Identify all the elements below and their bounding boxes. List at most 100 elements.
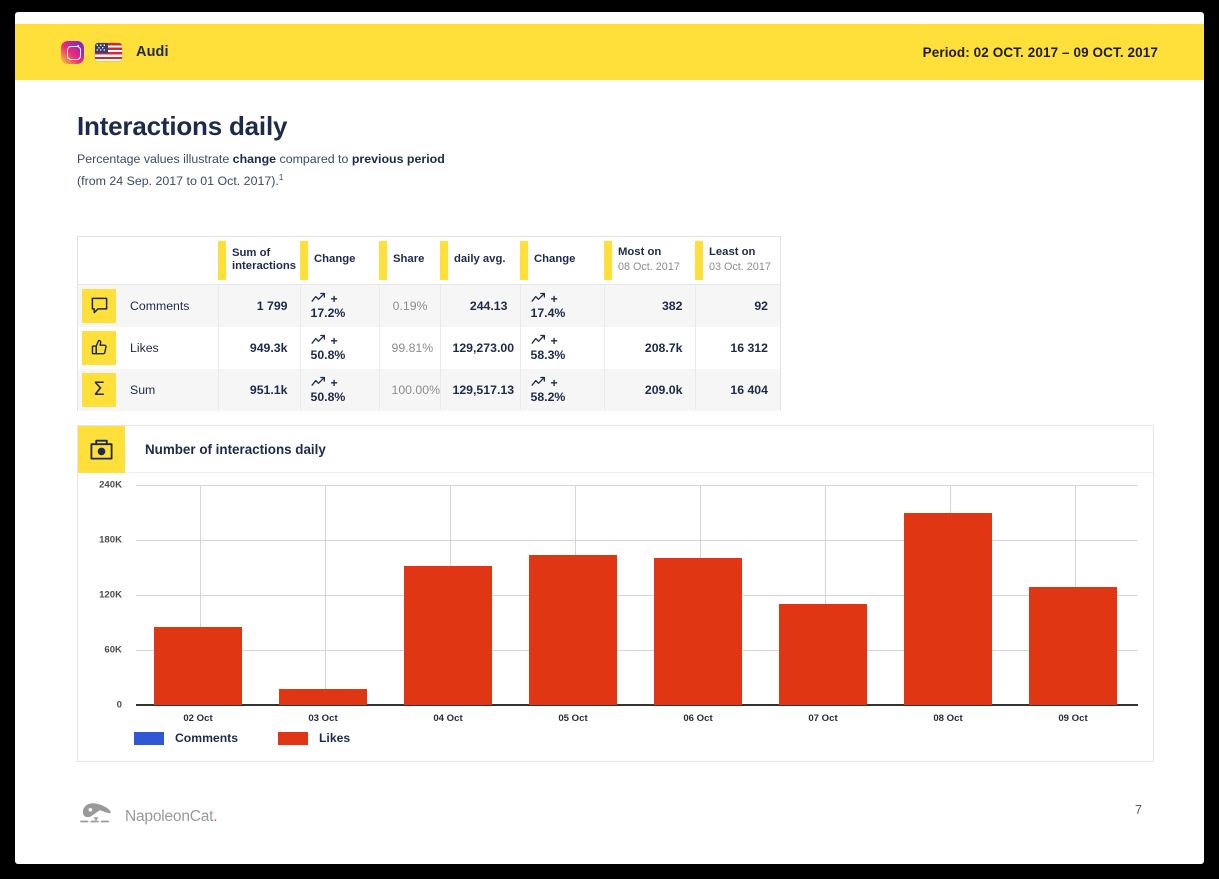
legend-swatch-likes — [277, 731, 308, 745]
cell-change-2: + 17.4% — [520, 284, 605, 327]
ytick-120k: 120K — [99, 589, 122, 601]
cell-sum: 951.1k — [218, 368, 301, 411]
xtick-06-oct: 06 Oct — [683, 713, 713, 724]
cell-share: 0.19% — [379, 284, 441, 327]
xtick-03-oct: 03 Oct — [308, 713, 338, 724]
cell-daily-avg: 244.13 — [440, 284, 521, 327]
bar-likes-08-oct — [904, 513, 992, 705]
chart-header: Number of interactions daily — [78, 425, 1153, 473]
cell-least-on: 16 404 — [695, 368, 780, 411]
page-number: 7 — [1135, 803, 1142, 817]
cell-change-2: + 58.2% — [520, 368, 605, 411]
xtick-09-oct: 09 Oct — [1058, 713, 1088, 724]
table-col-least-on-date: 03 Oct. 2017 — [709, 260, 771, 273]
cell-most-on: 209.0k — [604, 368, 696, 411]
cell-sum: 1 799 — [218, 284, 301, 327]
napoleoncat-logo: NapoleonCat. — [77, 799, 218, 834]
chart-title: Number of interactions daily — [145, 441, 326, 457]
trend-up-icon — [310, 376, 331, 390]
sigma-sum-icon: Σ — [82, 372, 116, 407]
instagram-icon — [61, 40, 84, 64]
legend-swatch-comments — [134, 731, 164, 745]
chart-legend: Comments Likes — [134, 731, 390, 745]
header-profile: Audi — [61, 40, 169, 64]
table-col-most-on: Most on 08 Oct. 2017 — [604, 237, 695, 285]
bar-likes-04-oct — [404, 566, 492, 705]
ytick-240k: 240K — [99, 479, 122, 491]
bar-likes-02-oct — [154, 627, 242, 705]
row-label-likes: Likes — [78, 326, 219, 369]
row-label-text: Comments — [130, 298, 190, 313]
ytick-180k: 180K — [99, 534, 122, 546]
table-col-blank — [78, 237, 218, 285]
table-row: Likes 949.3k + 50.8% 99.81% 129,273.00 +… — [78, 326, 780, 369]
bar-likes-06-oct — [654, 558, 742, 705]
ytick-60k: 60K — [104, 644, 122, 656]
cell-share: 99.81% — [379, 326, 441, 369]
napoleoncat-logo-icon — [77, 799, 115, 834]
table-row: Σ Sum 951.1k + 50.8% 100.00% 129,517.13 … — [78, 368, 780, 411]
cell-least-on: 92 — [695, 284, 780, 327]
table-col-change-2: Change — [520, 237, 604, 285]
xtick-08-oct: 08 Oct — [933, 713, 963, 724]
trend-up-icon — [310, 292, 331, 306]
xtick-04-oct: 04 Oct — [433, 713, 463, 724]
cell-change-1: + 17.2% — [300, 284, 380, 327]
row-label-comments: Comments — [78, 284, 219, 327]
subtitle-text-a: Percentage values illustrate — [77, 152, 233, 166]
trend-up-icon — [530, 292, 551, 306]
thumbs-up-icon — [82, 330, 116, 365]
table-col-change-1: Change — [300, 237, 379, 285]
subtitle-text-b: compared to — [276, 152, 352, 166]
report-header: Audi Period: 02 OCT. 2017 – 09 OCT. 2017 — [15, 24, 1204, 80]
cell-change-2: + 58.3% — [520, 326, 605, 369]
bar-likes-05-oct — [529, 555, 617, 705]
profile-name: Audi — [136, 44, 169, 60]
row-label-sum: Σ Sum — [78, 368, 219, 411]
row-label-text: Likes — [130, 340, 159, 355]
comment-bubble-icon — [82, 288, 116, 323]
cell-daily-avg: 129,517.13 — [440, 368, 521, 411]
subtitle-emph-change: change — [232, 152, 277, 166]
cell-share: 100.00% — [379, 368, 441, 411]
cell-sum: 949.3k — [218, 326, 301, 369]
chart-plot-area: 240K 180K 120K 60K 0 02 Oct 03 Oct 04 Oc… — [78, 473, 1153, 761]
vgridline — [325, 485, 326, 705]
page-title: Interactions daily — [77, 111, 288, 141]
xtick-07-oct: 07 Oct — [808, 713, 838, 724]
cell-change-1: + 50.8% — [300, 368, 380, 411]
gridline-240k — [136, 485, 1138, 486]
page-subtitle: Percentage values illustrate change comp… — [77, 151, 445, 190]
footer-brand-dot: . — [213, 807, 218, 825]
chart-grid: 240K 180K 120K 60K 0 02 Oct 03 Oct 04 Oc… — [99, 480, 1138, 724]
us-flag-icon — [95, 43, 122, 61]
table-row: Comments 1 799 + 17.2% 0.19% 244.13 + 17… — [78, 284, 780, 327]
cell-daily-avg: 129,273.00 — [440, 326, 521, 369]
cell-most-on: 208.7k — [604, 326, 696, 369]
footer-brand-text: NapoleonCat — [125, 807, 214, 825]
legend-item-comments[interactable]: Comments — [134, 731, 238, 745]
xtick-05-oct: 05 Oct — [558, 713, 588, 724]
table-header-row: Sum of interactions Change Share daily a… — [78, 237, 780, 285]
bar-likes-07-oct — [779, 604, 867, 705]
legend-label-likes: Likes — [318, 731, 351, 745]
table-col-least-on: Least on 03 Oct. 2017 — [695, 237, 780, 285]
legend-item-likes[interactable]: Likes — [277, 731, 351, 745]
xtick-02-oct: 02 Oct — [183, 713, 213, 724]
ytick-0: 0 — [116, 699, 122, 711]
chart-card: Number of interactions daily 240K 180K 1… — [77, 425, 1154, 762]
subtitle-emph-period: previous period — [351, 152, 445, 166]
report-page: Audi Period: 02 OCT. 2017 – 09 OCT. 2017… — [15, 12, 1204, 864]
subtitle-line2: (from 24 Sep. 2017 to 01 Oct. 2017). — [77, 173, 279, 188]
trend-up-icon — [530, 376, 551, 390]
table-col-share: Share — [379, 237, 440, 285]
trend-up-icon — [310, 334, 331, 348]
legend-label-comments: Comments — [175, 731, 238, 745]
table-col-daily-avg: daily avg. — [440, 237, 520, 285]
subtitle-footnote-marker: 1 — [278, 172, 284, 182]
period-label: Period: 02 OCT. 2017 – 09 OCT. 2017 — [922, 44, 1158, 60]
cell-least-on: 16 312 — [730, 340, 768, 355]
bar-likes-03-oct — [279, 689, 367, 705]
interactions-table-element: Sum of interactions Change Share daily a… — [78, 237, 780, 411]
napoleoncat-wordmark: NapoleonCat. — [125, 807, 218, 826]
